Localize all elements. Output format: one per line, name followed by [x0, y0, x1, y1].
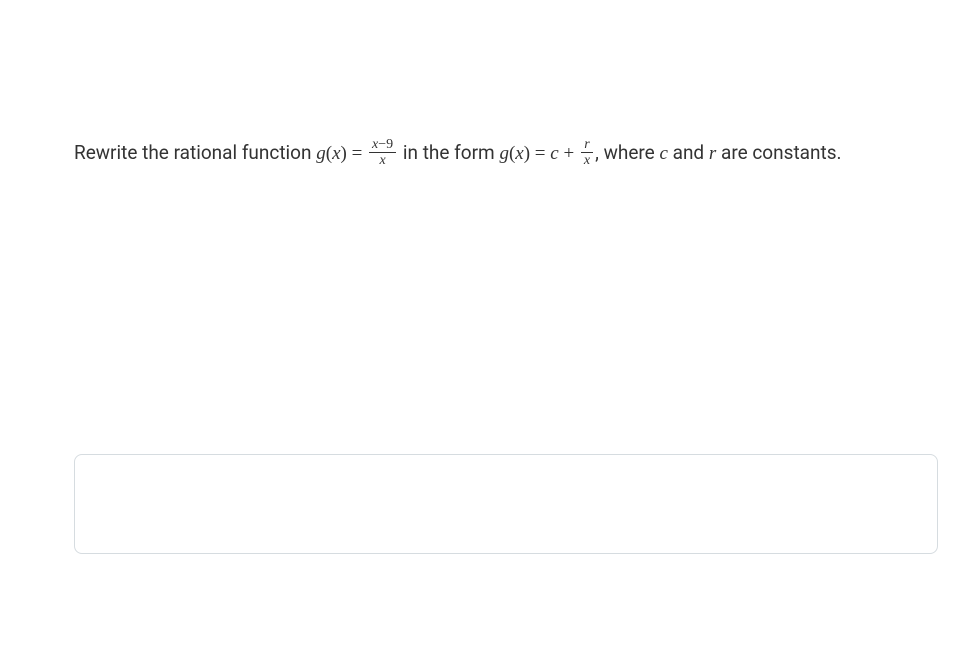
math-expr-right: g(x) = c + rx — [499, 143, 595, 164]
answer-input[interactable] — [74, 454, 938, 554]
math-expr-left: g(x) = x−9x — [316, 143, 398, 164]
prompt-part3: where — [604, 141, 660, 164]
prompt-part4: and — [668, 141, 709, 164]
fn2-paren-close-eq: ) = — [524, 143, 551, 164]
fn2-name: g — [499, 143, 509, 164]
c-var-2: c — [659, 143, 667, 164]
fraction-1: x−9x — [369, 137, 396, 169]
fn2-var: x — [515, 143, 523, 164]
question-prompt: Rewrite the rational function g(x) = x−9… — [74, 138, 908, 171]
prompt-part2: in the form — [398, 141, 499, 164]
frac1-numerator: x−9 — [369, 137, 396, 153]
frac2-numerator: r — [581, 137, 593, 153]
frac1-denominator: x — [369, 153, 396, 168]
plus-sign: + — [559, 143, 579, 164]
prompt-part1: Rewrite the rational function — [74, 141, 316, 164]
prompt-part5: are constants. — [716, 141, 841, 164]
prompt-text: Rewrite the rational function g(x) = x−9… — [74, 138, 908, 171]
fn-name: g — [316, 143, 326, 164]
fn-var: x — [332, 143, 340, 164]
frac2-denominator: x — [581, 153, 593, 168]
fraction-2: rx — [581, 137, 593, 169]
fn-paren-close-eq: ) = — [341, 143, 368, 164]
c-var: c — [550, 143, 558, 164]
comma: , — [595, 141, 603, 164]
